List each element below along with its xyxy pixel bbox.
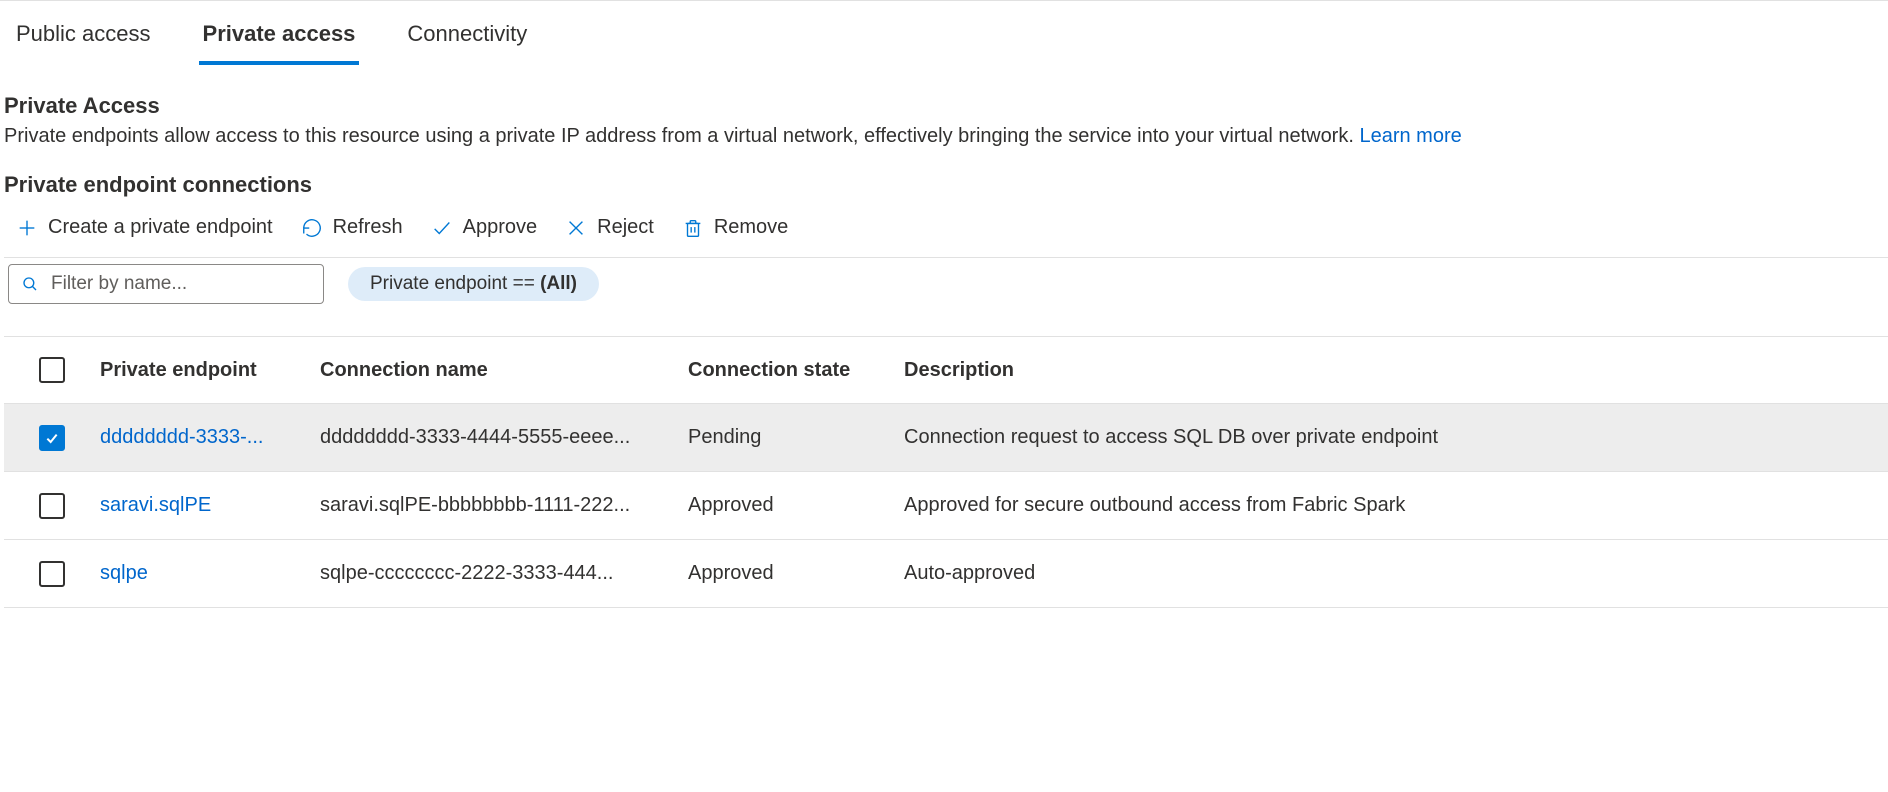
description-cell: Approved for secure outbound access from… — [904, 494, 1888, 517]
filter-pill-prefix: Private endpoint == — [370, 273, 540, 294]
remove-label: Remove — [714, 216, 788, 239]
create-private-endpoint-button[interactable]: Create a private endpoint — [16, 216, 273, 239]
private-access-heading: Private Access — [4, 65, 1888, 125]
search-icon — [21, 275, 39, 293]
refresh-label: Refresh — [333, 216, 403, 239]
approve-button[interactable]: Approve — [431, 216, 538, 239]
table-row[interactable]: saravi.sqlPE saravi.sqlPE-bbbbbbbb-1111-… — [4, 472, 1888, 540]
check-icon — [431, 217, 453, 239]
col-header-description[interactable]: Description — [904, 359, 1888, 382]
description-cell: Auto-approved — [904, 562, 1888, 585]
table-row[interactable]: dddddddd-3333-... dddddddd-3333-4444-555… — [4, 404, 1888, 472]
connection-name-cell: saravi.sqlPE-bbbbbbbb-1111-222... — [320, 494, 688, 517]
row-checkbox[interactable] — [39, 425, 65, 451]
tab-private-access[interactable]: Private access — [199, 21, 360, 65]
remove-button[interactable]: Remove — [682, 216, 788, 239]
learn-more-link[interactable]: Learn more — [1359, 125, 1461, 147]
select-all-checkbox[interactable] — [39, 357, 65, 383]
filter-pill-value: (All) — [540, 273, 577, 294]
reject-button[interactable]: Reject — [565, 216, 654, 239]
plus-icon — [16, 217, 38, 239]
col-header-connection-state[interactable]: Connection state — [688, 359, 904, 382]
connections-heading: Private endpoint connections — [4, 172, 1888, 216]
description-cell: Connection request to access SQL DB over… — [904, 426, 1888, 449]
col-header-connection-name[interactable]: Connection name — [320, 359, 688, 382]
row-checkbox[interactable] — [39, 561, 65, 587]
private-endpoint-link[interactable]: sqlpe — [100, 562, 148, 584]
filter-pill[interactable]: Private endpoint == (All) — [348, 267, 599, 301]
connection-name-cell: dddddddd-3333-4444-5555-eeee... — [320, 426, 688, 449]
create-label: Create a private endpoint — [48, 216, 273, 239]
table-header-row: Private endpoint Connection name Connect… — [4, 336, 1888, 404]
col-header-private-endpoint[interactable]: Private endpoint — [100, 359, 320, 382]
tab-public-access[interactable]: Public access — [12, 21, 155, 65]
private-endpoint-link[interactable]: saravi.sqlPE — [100, 494, 211, 516]
trash-icon — [682, 217, 704, 239]
toolbar: Create a private endpoint Refresh Approv… — [4, 216, 1888, 257]
row-checkbox[interactable] — [39, 493, 65, 519]
reject-label: Reject — [597, 216, 654, 239]
connection-name-cell: sqlpe-cccccccc-2222-3333-444... — [320, 562, 688, 585]
connection-state-cell: Pending — [688, 426, 904, 449]
table-row[interactable]: sqlpe sqlpe-cccccccc-2222-3333-444... Ap… — [4, 540, 1888, 608]
connections-table: Private endpoint Connection name Connect… — [4, 336, 1888, 608]
filter-input-container[interactable] — [8, 264, 324, 304]
connection-state-cell: Approved — [688, 562, 904, 585]
x-icon — [565, 217, 587, 239]
private-endpoint-link[interactable]: dddddddd-3333-... — [100, 426, 263, 448]
tabs-bar: Public access Private access Connectivit… — [0, 1, 1888, 65]
approve-label: Approve — [463, 216, 538, 239]
private-access-description: Private endpoints allow access to this r… — [4, 125, 1359, 147]
filter-input[interactable] — [51, 273, 311, 295]
checkmark-icon — [44, 430, 60, 446]
refresh-icon — [301, 217, 323, 239]
connection-state-cell: Approved — [688, 494, 904, 517]
refresh-button[interactable]: Refresh — [301, 216, 403, 239]
tab-connectivity[interactable]: Connectivity — [403, 21, 531, 65]
